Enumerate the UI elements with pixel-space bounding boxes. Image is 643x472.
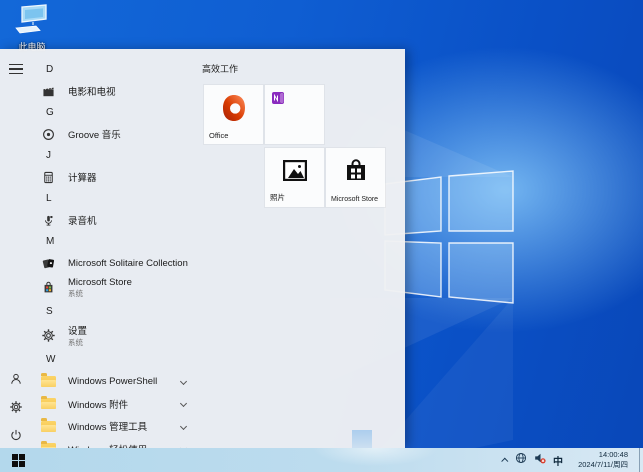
start-menu: D 电影和电视 G Groove 音乐 J 计算器 L 录音机 M Micros… <box>0 49 405 448</box>
tile-group-title[interactable]: 高效工作 <box>202 62 238 75</box>
tile-area: 高效工作 Office 照片 Microsoft Store <box>198 49 405 448</box>
show-hidden-icons-button[interactable] <box>501 457 509 465</box>
groove-music-icon <box>40 126 56 142</box>
tile-microsoft-store[interactable]: Microsoft Store <box>326 148 385 207</box>
app-item-voice-recorder[interactable]: 录音机 <box>32 209 198 231</box>
app-item-movies-tv[interactable]: 电影和电视 <box>32 80 198 102</box>
app-item-groove-music[interactable]: Groove 音乐 <box>32 123 198 145</box>
network-button[interactable] <box>515 451 527 469</box>
movies-tv-icon <box>40 83 56 99</box>
section-letter-g[interactable]: G <box>32 102 198 123</box>
chevron-up-icon <box>501 457 509 465</box>
desktop: 此电脑 D 电影和电视 G Groove 音乐 J 计算器 L 录音机 M Mi… <box>0 0 643 472</box>
section-letter-w[interactable]: W <box>32 349 198 370</box>
section-letter-d[interactable]: D <box>32 59 198 80</box>
gear-icon <box>9 400 23 419</box>
wallpaper-glow-artifact <box>352 430 372 448</box>
microsoft-store-icon <box>326 148 385 193</box>
chevron-down-icon <box>179 400 188 408</box>
app-item-calculator[interactable]: 计算器 <box>32 166 198 188</box>
chevron-down-icon <box>179 422 188 430</box>
taskbar-glow <box>290 448 460 472</box>
volume-button[interactable] <box>534 451 546 469</box>
user-icon <box>9 372 23 391</box>
show-desktop-button[interactable] <box>639 448 643 472</box>
volume-muted-icon <box>534 451 546 469</box>
settings-button[interactable] <box>0 395 32 423</box>
chevron-down-icon <box>179 377 188 385</box>
voice-recorder-icon <box>40 212 56 228</box>
windows-logo-icon <box>11 453 25 467</box>
section-letter-l[interactable]: L <box>32 188 198 209</box>
folder-item-windows-powershell[interactable]: Windows PowerShell <box>32 370 198 393</box>
clock-time: 14:00:48 <box>598 450 628 460</box>
folder-item-windows-ease-of-access[interactable]: Windows 轻松使用 <box>32 438 198 448</box>
folder-icon <box>40 418 56 434</box>
app-item-settings[interactable]: 设置 系统 <box>32 322 198 349</box>
hamburger-icon <box>9 61 23 78</box>
start-button[interactable] <box>0 448 36 472</box>
network-globe-icon <box>515 451 527 469</box>
system-tray: 中 14:00:48 2024/7/11/周四 <box>501 448 643 472</box>
photos-icon <box>265 148 324 193</box>
folder-icon <box>40 395 56 412</box>
section-letter-j[interactable]: J <box>32 145 198 166</box>
folder-item-windows-accessories[interactable]: Windows 附件 <box>32 393 198 416</box>
taskbar: 中 14:00:48 2024/7/11/周四 <box>0 448 643 472</box>
clock-date: 2024/7/11/周四 <box>578 460 628 469</box>
folder-icon <box>40 440 56 448</box>
app-item-solitaire[interactable]: Microsoft Solitaire Collection <box>32 252 198 274</box>
expand-menu-button[interactable] <box>0 55 32 83</box>
tile-photos[interactable]: 照片 <box>265 148 324 207</box>
user-account-button[interactable] <box>0 367 32 395</box>
taskbar-clock[interactable]: 14:00:48 2024/7/11/周四 <box>570 450 628 470</box>
tile-onenote[interactable] <box>265 85 324 144</box>
folder-icon <box>40 373 56 389</box>
office-icon <box>204 85 263 130</box>
this-pc-icon <box>13 4 51 38</box>
section-letter-s[interactable]: S <box>32 301 198 322</box>
tile-office[interactable]: Office <box>204 85 263 144</box>
onenote-icon <box>271 91 285 110</box>
power-icon <box>9 428 23 447</box>
folder-item-windows-admin-tools[interactable]: Windows 管理工具 <box>32 415 198 438</box>
settings-gear-icon <box>40 328 56 344</box>
start-menu-rail <box>0 49 32 448</box>
section-letter-m[interactable]: M <box>32 231 198 252</box>
calculator-icon <box>40 169 56 185</box>
ime-indicator[interactable]: 中 <box>553 453 563 468</box>
desktop-icon-this-pc[interactable]: 此电脑 <box>8 4 56 53</box>
solitaire-icon <box>40 255 56 271</box>
app-item-microsoft-store[interactable]: Microsoft Store 系统 <box>32 274 198 301</box>
microsoft-store-icon <box>40 280 56 296</box>
app-list: D 电影和电视 G Groove 音乐 J 计算器 L 录音机 M Micros… <box>32 49 198 448</box>
power-button[interactable] <box>0 423 32 451</box>
